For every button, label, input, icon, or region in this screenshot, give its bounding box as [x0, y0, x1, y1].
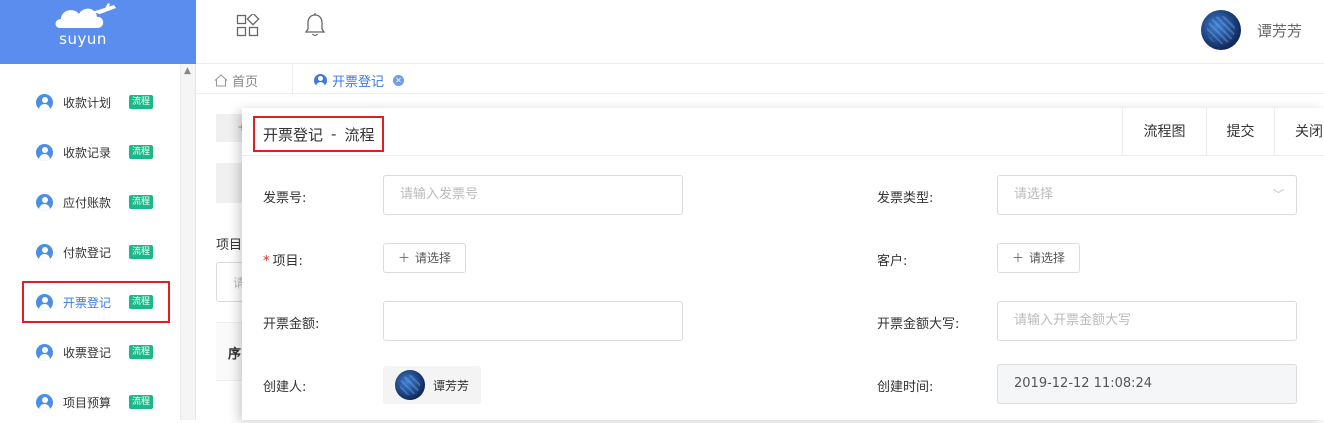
- sidebar-item-payment-register[interactable]: 付款登记 流程: [24, 231, 172, 273]
- modal-title: 开票登记 - 流程: [253, 116, 385, 152]
- avatar: [395, 370, 425, 400]
- sidebar-item-label: 项目预算: [63, 395, 112, 410]
- cloud-plane-logo-icon: [55, 3, 116, 28]
- amount-upper-label: 开票金额大写:: [877, 317, 960, 332]
- tab-divider: [292, 64, 293, 94]
- tab-strip: 首页 开票登记 ✕: [196, 64, 1324, 94]
- flow-badge: 流程: [129, 95, 154, 109]
- modal-title-suffix: 流程: [344, 125, 375, 144]
- sidebar-item-accounts-payable[interactable]: 应付账款 流程: [24, 181, 172, 223]
- sidebar-scrollbar[interactable]: ▲: [181, 64, 196, 420]
- amount-input[interactable]: [383, 301, 683, 341]
- flow-badge: 流程: [129, 345, 154, 359]
- flow-badge: 流程: [129, 195, 154, 209]
- flow-badge: 流程: [129, 245, 154, 259]
- apps-grid-icon[interactable]: [236, 14, 260, 38]
- flow-badge: 流程: [129, 295, 154, 309]
- created-at-label: 创建时间:: [877, 380, 934, 395]
- home-icon: [214, 74, 228, 87]
- bell-icon[interactable]: [304, 12, 326, 38]
- user-icon: [36, 343, 53, 361]
- logo: suyun: [0, 0, 196, 64]
- avatar[interactable]: [1200, 10, 1241, 50]
- project-select-label: 请选择: [415, 251, 452, 265]
- customer-select-label: 请选择: [1029, 251, 1066, 265]
- project-label: * 项目:: [263, 250, 303, 269]
- background-label: 项目: [216, 238, 243, 253]
- sidebar-item-label: 收款记录: [63, 145, 112, 160]
- plus-icon: ＋: [1012, 251, 1025, 265]
- sidebar-item-label: 收款计划: [63, 95, 112, 110]
- project-select-button[interactable]: ＋ 请选择: [383, 243, 467, 273]
- sidebar-item-receipt-register[interactable]: 收票登记 流程: [24, 331, 172, 373]
- sidebar-item-label: 应付账款: [63, 195, 112, 210]
- tab-active-label: 开票登记: [332, 75, 385, 90]
- sidebar-item-collection-plan[interactable]: 收款计划 流程: [24, 81, 172, 123]
- close-icon[interactable]: ✕: [393, 75, 405, 86]
- chevron-down-icon: ﹀: [1273, 188, 1284, 201]
- flow-badge: 流程: [129, 395, 154, 409]
- sidebar: 收款计划 流程 收款记录 流程 应付账款 流程 付款登记 流程 开票登记 流程 …: [0, 64, 181, 420]
- invoice-type-label: 发票类型:: [877, 191, 934, 206]
- sidebar-item-collection-record[interactable]: 收款记录 流程: [24, 131, 172, 173]
- modal-title-text: 开票登记: [263, 125, 324, 144]
- user-icon: [36, 93, 53, 111]
- sidebar-item-label: 开票登记: [63, 295, 112, 310]
- table-header-cell: 序: [228, 347, 242, 362]
- close-button[interactable]: 关闭: [1274, 108, 1324, 156]
- plus-icon: ＋: [398, 251, 411, 265]
- user-menu[interactable]: 谭芳芳: [1200, 10, 1302, 50]
- amount-label: 开票金额:: [263, 317, 320, 332]
- sidebar-item-label: 收票登记: [63, 345, 112, 360]
- user-icon: [36, 243, 53, 261]
- modal-title-separator: -: [331, 125, 337, 143]
- customer-select-button[interactable]: ＋ 请选择: [997, 243, 1081, 273]
- invoice-register-modal: 开票登记 - 流程 流程图 提交 关闭 发票号: 请输入发票号 发票类型: 请选…: [242, 108, 1324, 420]
- amount-upper-input[interactable]: 请输入开票金额大写: [997, 301, 1297, 341]
- user-icon: [36, 193, 53, 211]
- creator-chip: 谭芳芳: [383, 366, 481, 404]
- tab-home[interactable]: 首页: [214, 71, 258, 90]
- invoice-no-input[interactable]: 请输入发票号: [383, 175, 683, 215]
- tab-invoice-register[interactable]: 开票登记 ✕: [314, 71, 405, 90]
- sidebar-item-invoice-register[interactable]: 开票登记 流程: [22, 281, 170, 323]
- user-icon: [36, 293, 53, 311]
- project-label-text: 项目:: [272, 254, 303, 269]
- created-at-field: 2019-12-12 11:08:24: [997, 364, 1297, 404]
- sidebar-item-label: 付款登记: [63, 245, 112, 260]
- user-icon: [36, 143, 53, 161]
- brand-name: suyun: [59, 30, 107, 48]
- required-mark: *: [263, 254, 270, 269]
- flow-badge: 流程: [129, 145, 154, 159]
- flow-chart-button[interactable]: 流程图: [1122, 108, 1206, 156]
- creator-label: 创建人:: [263, 380, 307, 395]
- customer-label: 客户:: [877, 254, 908, 269]
- invoice-type-placeholder: 请选择: [1014, 187, 1054, 202]
- tab-home-label: 首页: [232, 75, 259, 90]
- creator-name: 谭芳芳: [433, 378, 470, 393]
- user-icon: [314, 74, 327, 87]
- invoice-no-label: 发票号:: [263, 191, 307, 206]
- invoice-type-select[interactable]: 请选择 ﹀: [997, 175, 1297, 215]
- user-name: 谭芳芳: [1256, 21, 1302, 40]
- submit-button[interactable]: 提交: [1206, 108, 1274, 156]
- sidebar-item-project-budget[interactable]: 项目预算 流程: [24, 381, 172, 423]
- user-icon: [36, 393, 53, 411]
- scroll-up-icon[interactable]: ▲: [184, 66, 191, 76]
- modal-header: 开票登记 - 流程 流程图 提交 关闭: [242, 108, 1324, 156]
- top-header: 谭芳芳: [196, 0, 1324, 64]
